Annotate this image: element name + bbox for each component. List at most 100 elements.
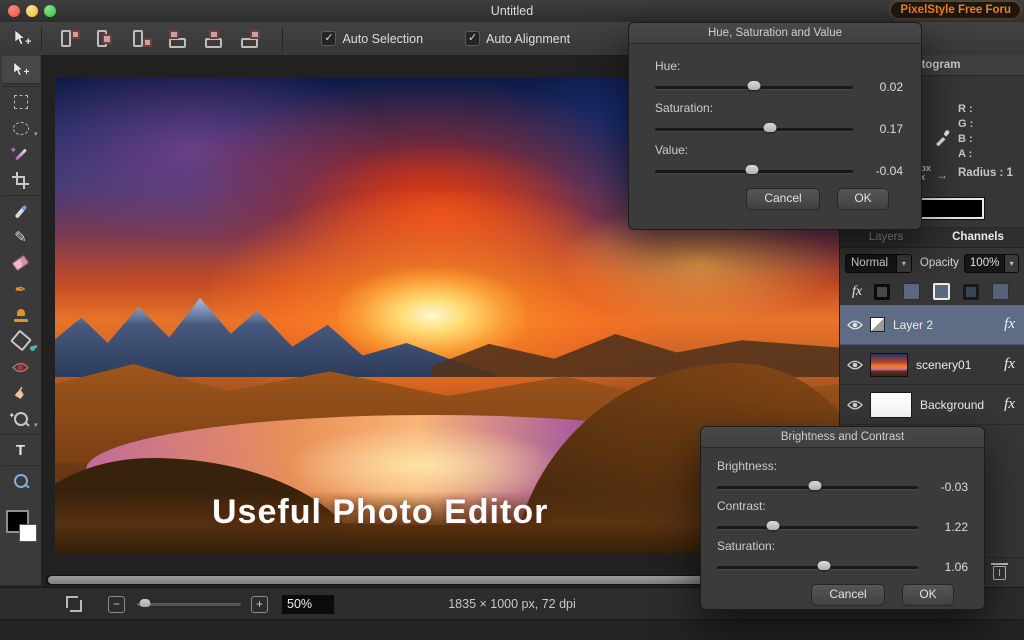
opacity-select[interactable]: 100% ▾ [963,253,1019,273]
radius-value-label: Radius : 1 [958,167,1013,179]
image-caption-text: Useful Photo Editor [212,492,549,531]
zoom-slider-thumb[interactable] [139,598,151,607]
brightness-slider[interactable] [717,480,918,490]
title-bar[interactable]: Untitled PixelStyle Free Foru [0,0,1024,23]
crop-tool[interactable] [2,167,40,193]
layer-thumbnail[interactable] [870,391,912,418]
magic-wand-tool[interactable]: ✦ [2,141,40,167]
align-left-icon[interactable] [58,29,82,49]
text-tool[interactable]: T [2,437,40,463]
effects-tool[interactable]: ✦ ▾ [2,406,40,432]
blend-mode-select[interactable]: Normal ▾ [845,253,912,273]
tab-channels[interactable]: Channels [932,228,1024,247]
blend-options-row: Normal ▾ Opacity 100% ▾ [840,248,1024,278]
separator [1,195,40,196]
layer-row-scenery01[interactable]: scenery01 fx [840,345,1024,385]
window-title: Untitled [490,4,534,18]
zoom-slider[interactable] [137,598,241,607]
auto-alignment-checkbox[interactable]: ✓ [465,31,481,46]
hue-slider[interactable] [655,80,853,90]
color-swatches[interactable] [5,510,37,542]
contrast-label: Contrast: [717,499,766,513]
zoom-tool[interactable] [2,468,40,494]
layer-thumbnail[interactable] [870,352,908,377]
layer-name: Background [920,397,985,412]
hsv-dialog-titlebar[interactable]: Hue, Saturation and Value [629,23,921,44]
value-slider[interactable] [655,164,853,174]
contrast-slider-thumb[interactable] [766,520,780,530]
move-tool[interactable]: + [1,56,40,84]
auto-alignment-checkbox-group[interactable]: ✓ Auto Alignment [465,31,570,46]
bc-dialog-titlebar[interactable]: Brightness and Contrast [701,427,984,448]
align-top-icon[interactable] [166,29,190,49]
paint-bucket-tool[interactable]: ▾ [2,328,40,354]
fx-icon[interactable]: fx [852,284,862,300]
brightness-contrast-dialog: Brightness and Contrast Brightness: -0.0… [700,426,985,610]
smudge-tool[interactable]: ☛ [2,380,40,406]
bc-saturation-slider-thumb[interactable] [817,560,831,570]
eraser-tool[interactable] [2,250,40,276]
value-slider-thumb[interactable] [745,164,759,174]
separator [41,26,43,51]
zoom-in-button[interactable]: + [251,595,268,613]
zoom-icon [13,474,28,488]
visibility-eye-icon[interactable] [847,360,863,370]
red-eye-tool[interactable] [2,354,40,380]
background-color-swatch[interactable] [18,524,37,542]
pencil-tool[interactable]: ✎ [2,224,40,250]
ellipse-select-tool[interactable]: ▾ [2,115,40,141]
saturation-slider[interactable] [655,122,853,132]
auto-selection-checkbox[interactable]: ✓ [321,31,337,46]
saturation-slider-thumb[interactable] [763,122,777,132]
eyedropper-sample-icon [934,128,952,151]
chevron-down-icon: ▾ [33,344,38,351]
align-vcenter-icon[interactable] [202,29,226,49]
ellipse-marquee-icon [12,121,29,135]
layer-thumbnail[interactable] [870,317,885,332]
layer-row-background[interactable]: Background fx [840,385,1024,425]
ok-button[interactable]: OK [902,584,954,606]
layer-row-layer2[interactable]: Layer 2 fx [840,305,1024,345]
green-channel-label: G : [958,118,974,130]
hue-slider-thumb[interactable] [747,80,761,90]
layer-style-button-4[interactable] [963,283,980,300]
align-right-icon[interactable] [130,29,154,49]
fit-to-screen-icon[interactable] [66,596,82,612]
color-sampler-tool[interactable]: ✒ [2,276,40,302]
align-hcenter-icon[interactable] [94,29,118,49]
layer-style-button-5[interactable] [992,283,1010,300]
tab-layers[interactable]: Layers [840,228,932,247]
fx-icon[interactable]: fx [1004,356,1015,373]
zoom-out-button[interactable]: − [108,595,125,613]
brightness-slider-thumb[interactable] [808,480,822,490]
current-tool-icon: + [13,29,31,48]
align-bottom-icon[interactable] [238,29,262,49]
visibility-eye-icon[interactable] [847,320,863,330]
brush-tool[interactable] [2,198,40,224]
contrast-slider[interactable] [717,520,918,530]
zoom-level-field[interactable]: 50% [282,594,334,614]
fx-icon[interactable]: fx [1004,316,1015,333]
bc-saturation-slider[interactable] [717,560,918,570]
cancel-button[interactable]: Cancel [811,584,885,606]
transform-selection-tool[interactable] [2,89,40,115]
brightness-label: Brightness: [717,459,778,473]
cancel-button[interactable]: Cancel [746,188,820,210]
auto-alignment-label: Auto Alignment [486,31,571,46]
red-channel-label: R : [958,103,973,115]
chevron-down-icon: ▾ [33,422,38,429]
separator [1,465,40,466]
layer-style-button-2[interactable] [903,283,921,300]
pixelstyle-promo-badge[interactable]: PixelStyle Free Foru [891,2,1020,18]
ok-button[interactable]: OK [837,188,889,210]
delete-layer-trash-icon[interactable] [991,563,1008,580]
layer-style-button-1[interactable] [874,283,891,300]
auto-selection-label: Auto Selection [342,31,424,46]
clone-stamp-tool[interactable] [2,302,40,328]
layer-style-button-3[interactable] [933,283,951,300]
hue-value: 0.02 [879,80,903,94]
fx-icon[interactable]: fx [1004,396,1015,413]
crop-icon [12,171,29,189]
auto-selection-checkbox-group[interactable]: ✓ Auto Selection [321,31,423,46]
visibility-eye-icon[interactable] [847,400,863,410]
